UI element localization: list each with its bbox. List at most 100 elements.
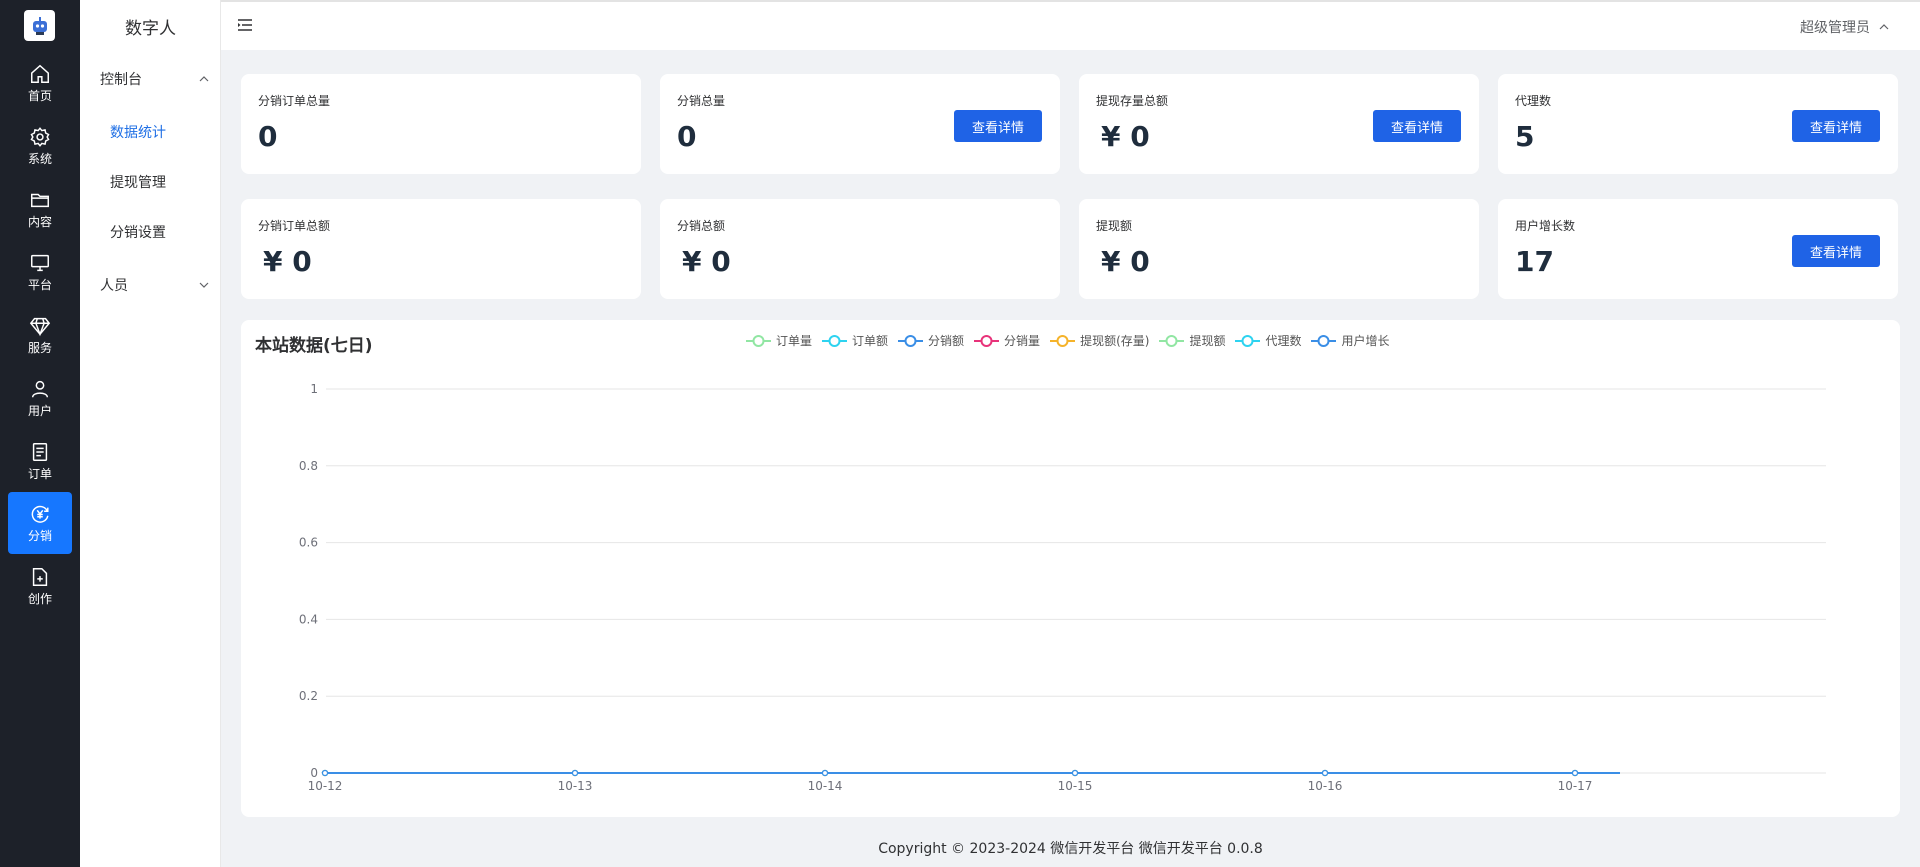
legend-label: 分销额 (928, 334, 965, 348)
rail-label: 创作 (27, 592, 52, 606)
data-point[interactable] (1321, 769, 1329, 777)
data-point[interactable] (571, 769, 579, 777)
stat-card-distribution-order-count: 分销订单总量 0 (241, 74, 641, 174)
gear-icon (30, 127, 50, 147)
legend-swatch-icon (1159, 334, 1185, 347)
chevron-up-icon (1879, 24, 1889, 30)
x-tick-label: 10-14 (808, 779, 843, 793)
legend-item[interactable]: 代理数 (1235, 332, 1301, 349)
rail-item-distribution[interactable]: 分销 (8, 492, 72, 554)
view-details-button[interactable]: 查看详情 (1792, 235, 1880, 267)
rail-label: 平台 (27, 278, 52, 292)
view-details-button[interactable]: 查看详情 (954, 110, 1042, 142)
menu-toggle-icon[interactable] (237, 17, 253, 33)
footer-copyright: Copyright © 2023-2024 微信开发平台 微信开发平台 0.0.… (878, 841, 1263, 857)
legend-item[interactable]: 提现额(存量) (1050, 332, 1149, 349)
view-details-button[interactable]: 查看详情 (1373, 110, 1461, 142)
stat-card-distribution-count: 分销总量 0 查看详情 (660, 74, 1060, 174)
legend-label: 用户增长 (1341, 334, 1390, 348)
folder-icon (31, 193, 49, 208)
stat-card-withdraw-amount: 提现额 ¥ 0 (1079, 199, 1479, 299)
stat-label: 分销订单总额 (258, 219, 331, 233)
legend-label: 分销量 (1004, 334, 1041, 348)
order-icon (32, 443, 48, 461)
legend-swatch-marker (1241, 334, 1254, 347)
legend-item[interactable]: 订单额 (822, 332, 888, 349)
chart-panel: 0 0.2 0.4 0.6 0.8 1 10-12 10-13 10-14 10-15 10-16 1… (241, 320, 1900, 817)
data-point[interactable] (1571, 769, 1579, 777)
y-tick-label: 0.4 (299, 612, 318, 626)
data-point[interactable] (321, 769, 329, 777)
legend-swatch-marker (1317, 334, 1330, 347)
legend-swatch-marker (1056, 334, 1069, 347)
view-details-button[interactable]: 查看详情 (1792, 110, 1880, 142)
stat-value: 5 (1515, 120, 1535, 153)
legend-swatch-marker (752, 334, 765, 347)
legend-swatch-marker (828, 334, 841, 347)
x-tick-label: 10-16 (1308, 779, 1343, 793)
legend-swatch-icon (746, 334, 771, 347)
rail-label: 首页 (27, 89, 52, 103)
icon-rail: 首页 系统 内容 平台 服务 用户 订单 分销 创作 (0, 0, 80, 867)
rail-item-user[interactable]: 用户 (8, 367, 72, 429)
legend-swatch-icon (1311, 334, 1337, 347)
stat-card-distribution-amount: 分销总额 ¥ 0 (660, 199, 1060, 299)
stat-label: 代理数 (1515, 94, 1552, 108)
rail-item-create[interactable]: 创作 (8, 555, 72, 617)
legend-item[interactable]: 订单量 (746, 332, 812, 349)
data-point[interactable] (821, 769, 829, 777)
stat-card-agent-count: 代理数 5 查看详情 (1498, 74, 1898, 174)
legend-label: 订单额 (852, 334, 889, 348)
y-tick-label: 0.2 (299, 689, 318, 703)
file-add-icon (32, 568, 48, 586)
legend-label: 提现额 (1189, 334, 1226, 348)
rail-item-system[interactable]: 系统 (8, 115, 72, 177)
chart-title: 本站数据(七日) (255, 336, 373, 356)
submenu-item-withdraw[interactable]: 提现管理 (110, 172, 166, 192)
x-tick-label: 10-12 (308, 779, 343, 793)
rail-label: 服务 (27, 341, 52, 355)
y-tick-label: 1 (310, 382, 318, 396)
legend-label: 代理数 (1265, 334, 1302, 348)
legend-swatch-icon (898, 334, 924, 347)
stat-value: ¥ 0 (1101, 245, 1150, 278)
submenu-group-label: 控制台 (100, 72, 142, 88)
chevron-down-icon (199, 282, 209, 288)
submenu-group-console[interactable]: 控制台 (100, 69, 210, 89)
stat-card-user-growth: 用户增长数 17 查看详情 (1498, 199, 1898, 299)
rail-label: 系统 (27, 152, 52, 166)
chevron-up-icon (199, 76, 209, 82)
chart-legend: 订单量 订单额 分销额 分销量 提现额(存量) 提现额 代理数 用户增长 (746, 332, 1389, 349)
yuan-icon (31, 505, 49, 523)
rail-item-platform[interactable]: 平台 (8, 241, 72, 303)
legend-swatch-icon (974, 334, 1000, 347)
user-icon (31, 380, 49, 398)
rail-item-service[interactable]: 服务 (8, 304, 72, 366)
legend-item[interactable]: 分销额 (898, 332, 964, 349)
submenu-item-data-stats[interactable]: 数据统计 (110, 122, 166, 142)
legend-item[interactable]: 分销量 (974, 332, 1040, 349)
legend-swatch-marker (1165, 334, 1178, 347)
stat-label: 用户增长数 (1515, 219, 1576, 233)
line-chart: 0 0.2 0.4 0.6 0.8 1 10-12 10-13 10-14 10-15 10-16 1… (299, 382, 1826, 793)
submenu-group-staff[interactable]: 人员 (100, 275, 210, 295)
rail-label: 订单 (27, 467, 52, 481)
legend-swatch-marker (904, 334, 917, 347)
data-point[interactable] (1071, 769, 1079, 777)
submenu-item-distribution-settings[interactable]: 分销设置 (110, 222, 166, 242)
rail-label: 分销 (27, 529, 52, 543)
user-menu[interactable]: 超级管理员 (1800, 17, 1890, 37)
rail-label: 内容 (27, 215, 52, 229)
legend-swatch-marker (980, 334, 993, 347)
legend-label: 提现额(存量) (1080, 334, 1150, 348)
rail-item-content[interactable]: 内容 (8, 178, 72, 240)
rail-item-order[interactable]: 订单 (8, 430, 72, 492)
app-logo[interactable] (24, 10, 55, 41)
legend-item[interactable]: 提现额 (1159, 332, 1225, 349)
rail-item-home[interactable]: 首页 (8, 52, 72, 114)
monitor-icon (31, 254, 49, 272)
home-icon (31, 64, 49, 83)
legend-item[interactable]: 用户增长 (1311, 332, 1389, 349)
stat-card-withdraw-stock: 提现存量总额 ¥ 0 查看详情 (1079, 74, 1479, 174)
legend-swatch-icon (1050, 334, 1076, 347)
